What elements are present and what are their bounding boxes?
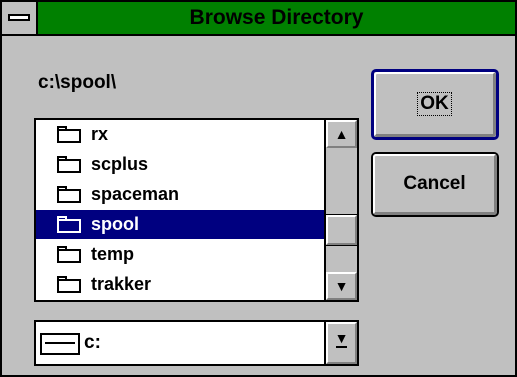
folder-icon <box>57 246 81 263</box>
scroll-up-button[interactable]: ▲ <box>326 120 357 148</box>
current-directory-label: c:\spool\ <box>38 72 117 93</box>
cancel-button-label: Cancel <box>403 173 466 194</box>
list-item[interactable]: trakker <box>36 270 324 299</box>
ok-button[interactable]: OK <box>371 69 499 140</box>
browse-directory-dialog: Browse Directory c:\spool\ rx scplus spa… <box>0 0 517 377</box>
drive-icon <box>40 333 80 355</box>
dropdown-arrow-icon: ▼ <box>334 330 349 348</box>
vertical-scrollbar[interactable]: ▲ ▼ <box>324 120 358 300</box>
list-item-label: scplus <box>91 154 149 174</box>
folder-icon <box>57 276 81 293</box>
scroll-up-arrow-icon: ▲ <box>334 126 349 142</box>
list-item[interactable]: rx <box>36 120 324 149</box>
scroll-thumb[interactable] <box>325 214 358 246</box>
list-item-label: spaceman <box>91 184 180 204</box>
folder-icon <box>57 126 81 143</box>
list-item[interactable]: spaceman <box>36 180 324 209</box>
drive-combobox[interactable]: c: ▼ <box>34 320 359 366</box>
folder-icon <box>57 216 81 233</box>
system-menu-icon <box>8 14 30 21</box>
folder-icon <box>57 156 81 173</box>
scroll-down-button[interactable]: ▼ <box>326 272 357 300</box>
directory-list: rx scplus spaceman spool temp trakker <box>36 120 324 300</box>
scroll-down-arrow-icon: ▼ <box>334 278 349 294</box>
window-title: Browse Directory <box>189 6 364 29</box>
folder-icon <box>57 186 81 203</box>
drive-dropdown-button[interactable]: ▼ <box>324 322 357 364</box>
title-bar[interactable]: Browse Directory <box>2 2 515 36</box>
list-item-label: spool <box>91 214 139 234</box>
list-item-selected[interactable]: spool <box>36 210 324 239</box>
selected-drive: c: <box>84 332 101 353</box>
ok-button-label: OK <box>417 92 452 116</box>
list-item[interactable]: scplus <box>36 150 324 179</box>
list-item-label: trakker <box>91 274 152 294</box>
cancel-button[interactable]: Cancel <box>371 152 499 217</box>
directory-listbox[interactable]: rx scplus spaceman spool temp trakker ▲ … <box>34 118 359 302</box>
system-menu-button[interactable] <box>2 2 38 34</box>
list-item-label: temp <box>91 244 135 264</box>
list-item-label: rx <box>91 124 109 144</box>
list-item[interactable]: temp <box>36 240 324 269</box>
